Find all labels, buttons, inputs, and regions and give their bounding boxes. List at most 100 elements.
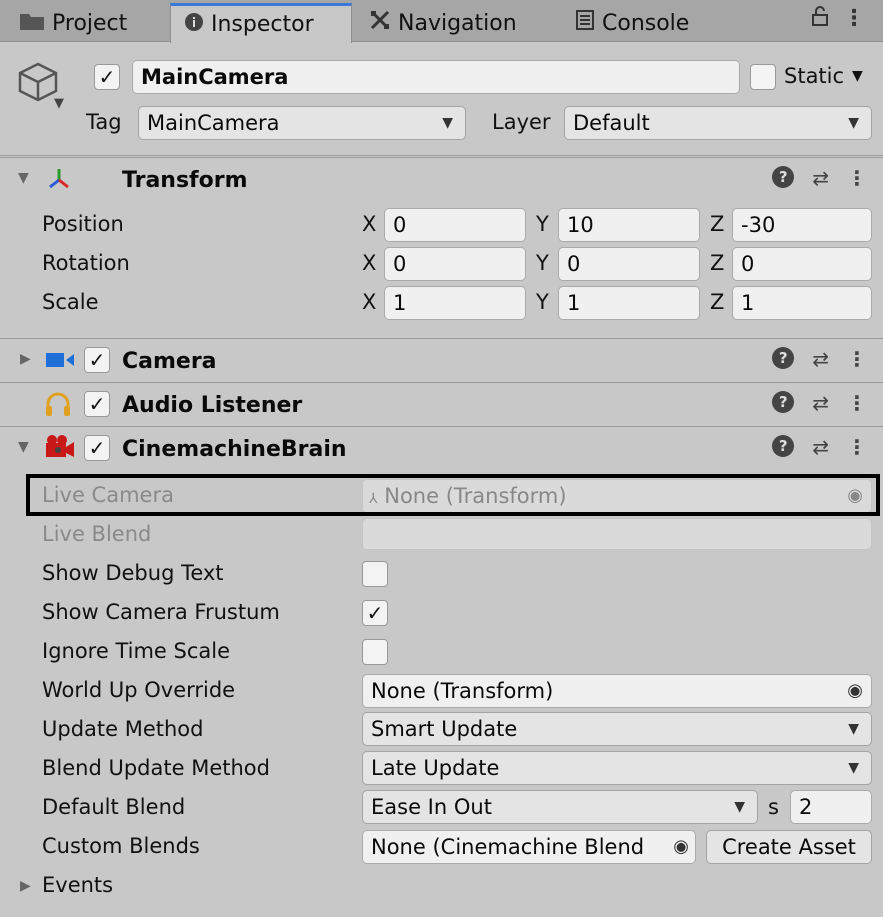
cinemachine-icon [44,433,76,465]
world-up-override-value: None (Transform) [371,679,554,703]
brain-enabled-checkbox[interactable]: ✓ [84,435,110,461]
cinemachine-brain-header[interactable]: ▼ ✓ CinemachineBrain ? ⇄ ⋮ [0,426,883,468]
axis-x-label: X [362,290,377,314]
default-blend-label: Default Blend [42,795,186,819]
tag-value: MainCamera [147,111,280,135]
tab-inspector[interactable]: Inspector [170,3,352,43]
position-label: Position [42,212,124,236]
presets-icon[interactable]: ⇄ [812,391,829,415]
update-method-dropdown[interactable]: Smart Update ▼ [362,712,872,746]
axis-x-label: X [362,212,377,236]
static-label[interactable]: Static [784,64,844,88]
tab-bar: Project Inspector Navigation Console ⋮ [0,0,883,43]
tab-project-label: Project [52,10,128,36]
axis-z-label: Z [710,212,725,236]
position-y-input[interactable]: 10 [558,208,700,242]
tag-dropdown[interactable]: MainCamera ▼ [138,106,466,140]
lock-icon[interactable] [811,6,829,32]
axis-x-label: X [362,251,377,275]
info-icon [185,12,203,37]
position-z-input[interactable]: -30 [732,208,872,242]
axis-z-label: Z [710,251,725,275]
custom-blends-label: Custom Blends [42,834,200,858]
icon-dropdown-caret[interactable]: ▼ [54,96,64,111]
presets-icon[interactable]: ⇄ [812,435,829,459]
object-picker-icon[interactable]: ◉ [669,831,689,863]
transform-icon [46,166,72,196]
rotation-z-input[interactable]: 0 [732,247,872,281]
create-asset-button[interactable]: Create Asset [706,830,872,864]
inspector-window: Project Inspector Navigation Console ⋮ ▼… [0,0,883,917]
help-icon[interactable]: ? [772,166,795,188]
axis-y-label: Y [536,290,549,314]
rotation-x-input[interactable]: 0 [384,247,526,281]
ignore-time-scale-checkbox[interactable] [362,639,388,665]
more-options-icon[interactable]: ⋮ [847,347,867,371]
events-foldout-icon[interactable]: ▶ [20,878,31,894]
update-method-label: Update Method [42,717,204,741]
foldout-collapsed-icon[interactable]: ▶ [20,351,31,367]
object-picker-icon[interactable]: ◉ [847,675,863,707]
cinemachine-brain-title: CinemachineBrain [122,437,347,462]
blend-update-method-label: Blend Update Method [42,756,270,780]
update-method-value: Smart Update [371,717,518,741]
object-name-input[interactable]: MainCamera [132,60,740,94]
rotation-label: Rotation [42,251,130,275]
default-blend-dropdown[interactable]: Ease In Out ▼ [362,790,758,824]
help-icon[interactable]: ? [772,435,795,457]
more-options-icon[interactable]: ⋮ [847,166,867,190]
blend-seconds-input[interactable]: 2 [790,790,872,824]
show-debug-text-checkbox[interactable] [362,561,388,587]
more-options-icon[interactable]: ⋮ [847,435,867,459]
camera-title: Camera [122,349,217,374]
layer-value: Default [573,111,650,135]
layer-dropdown[interactable]: Default ▼ [564,106,872,140]
camera-header[interactable]: ▶ ✓ Camera ? ⇄ ⋮ [0,338,883,380]
tab-console[interactable]: Console [576,4,689,42]
chevron-down-icon: ▼ [734,799,745,815]
layer-label: Layer [492,110,551,134]
position-x-input[interactable]: 0 [384,208,526,242]
custom-blends-field[interactable]: None (Cinemachine Blend ◉ [362,830,696,864]
presets-icon[interactable]: ⇄ [812,347,829,371]
show-camera-frustum-checkbox[interactable]: ✓ [362,600,388,626]
blend-update-method-dropdown[interactable]: Late Update ▼ [362,751,872,785]
world-up-override-label: World Up Override [42,678,236,702]
console-icon [576,10,594,36]
more-options-icon[interactable]: ⋮ [847,391,867,415]
transform-header[interactable]: ▼ Transform ? ⇄ ⋮ [0,157,883,199]
audio-enabled-checkbox[interactable]: ✓ [84,391,110,417]
world-up-override-field[interactable]: None (Transform) ◉ [362,674,872,708]
tag-label: Tag [86,110,122,134]
tab-project[interactable]: Project [20,4,127,42]
audio-listener-header[interactable]: ✓ Audio Listener ? ⇄ ⋮ [0,382,883,424]
chevron-down-icon: ▼ [848,115,859,131]
rotation-y-input[interactable]: 0 [558,247,700,281]
show-debug-text-label: Show Debug Text [42,561,224,585]
camera-component-icon [46,351,74,373]
static-dropdown-icon[interactable]: ▼ [852,68,863,84]
axis-y-label: Y [536,251,549,275]
presets-icon[interactable]: ⇄ [812,166,829,190]
active-checkbox[interactable]: ✓ [94,64,120,90]
tab-navigation[interactable]: Navigation [370,4,517,42]
camera-enabled-checkbox[interactable]: ✓ [84,347,110,373]
default-blend-value: Ease In Out [371,795,492,819]
more-options-icon[interactable]: ⋮ [843,6,865,32]
folder-icon [20,11,44,36]
foldout-expanded-icon[interactable]: ▼ [18,439,29,455]
chevron-down-icon: ▼ [848,760,859,776]
blend-update-method-value: Late Update [371,756,500,780]
tab-navigation-label: Navigation [398,10,517,36]
headphones-icon [44,391,72,421]
chevron-down-icon: ▼ [848,721,859,737]
scale-y-input[interactable]: 1 [558,286,700,320]
help-icon[interactable]: ? [772,347,795,369]
chevron-down-icon: ▼ [442,115,453,131]
events-label[interactable]: Events [42,873,113,897]
scale-x-input[interactable]: 1 [384,286,526,320]
static-checkbox[interactable] [750,64,776,90]
help-icon[interactable]: ? [772,391,795,413]
scale-z-input[interactable]: 1 [732,286,872,320]
foldout-expanded-icon[interactable]: ▼ [18,170,29,186]
